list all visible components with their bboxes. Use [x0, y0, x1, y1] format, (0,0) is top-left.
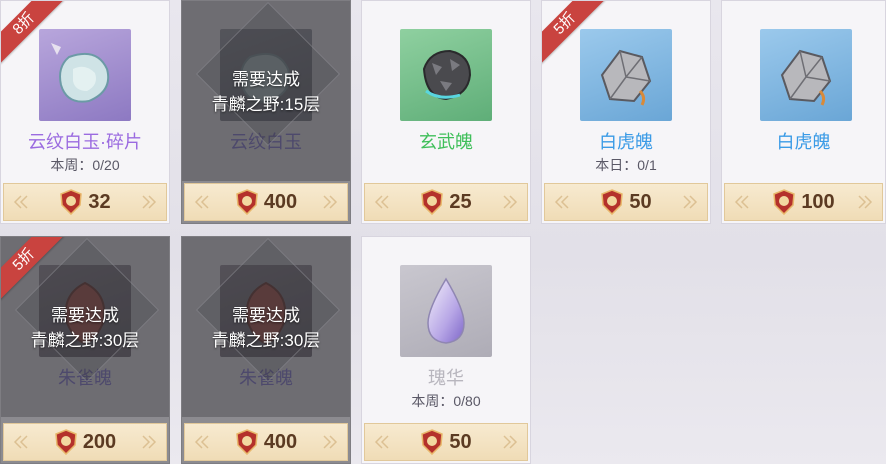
chevron-left-icon [13, 195, 28, 209]
chevron-left-icon [194, 435, 209, 449]
price-button[interactable]: 200 [3, 423, 167, 461]
fury-medal-icon [773, 189, 796, 215]
price-button[interactable]: 50 [544, 183, 708, 221]
chevron-left-icon [374, 195, 389, 209]
price-button[interactable]: 400 [184, 183, 348, 221]
chevron-right-icon [503, 435, 518, 449]
price-value: 25 [449, 190, 472, 213]
essence-drop-icon [400, 265, 492, 357]
baihu-soul-icon [580, 29, 672, 121]
price-value: 50 [449, 430, 472, 453]
shop-item-3[interactable]: 玄武魄 25 [361, 0, 531, 224]
shop-item-2[interactable]: 云纹白玉 需要达成 青麟之野:15层 400 [181, 0, 351, 224]
fury-medal-icon [60, 189, 83, 215]
shop-screen: { "currency_icon": "fury-medal-icon", "c… [0, 0, 886, 464]
unlock-requirement: 需要达成 青麟之野:15层 [182, 67, 350, 117]
shop-item-8[interactable]: 瑰华 本周：0/80 50 [361, 236, 531, 464]
unlock-requirement: 需要达成 青麟之野:30层 [1, 303, 169, 353]
item-name: 玄武魄 [419, 132, 473, 152]
item-name: 瑰华 [428, 368, 464, 388]
chevron-right-icon [142, 195, 157, 209]
fury-medal-icon [421, 429, 444, 455]
purchase-limit: 本周：0/80 [411, 393, 481, 409]
requirement-line2: 青麟之野:30层 [211, 331, 321, 350]
requirement-line1: 需要达成 [232, 306, 300, 325]
fury-medal-icon [601, 189, 624, 215]
purchase-limit: 本周：0/20 [50, 157, 120, 173]
shop-item-7[interactable]: 朱雀魄 需要达成 青麟之野:30层 400 [181, 236, 351, 464]
chevron-right-icon [323, 195, 338, 209]
item-name: 白虎魄 [599, 132, 653, 152]
shop-item-5[interactable]: 白虎魄 100 [721, 0, 886, 224]
price-button[interactable]: 400 [184, 423, 348, 461]
shop-item-1[interactable]: 云纹白玉·碎片 本周：0/20 32 8折 [0, 0, 170, 224]
chevron-right-icon [142, 435, 157, 449]
price-button[interactable]: 32 [3, 183, 167, 221]
requirement-line2: 青麟之野:30层 [30, 331, 140, 350]
price-button[interactable]: 25 [364, 183, 528, 221]
price-value: 400 [263, 190, 298, 213]
price-value: 50 [629, 190, 652, 213]
requirement-line1: 需要达成 [51, 306, 119, 325]
requirement-line1: 需要达成 [232, 70, 300, 89]
unlock-requirement: 需要达成 青麟之野:30层 [182, 303, 350, 353]
chevron-left-icon [194, 195, 209, 209]
chevron-left-icon [734, 195, 749, 209]
chevron-right-icon [683, 195, 698, 209]
fury-medal-icon [236, 429, 258, 455]
chevron-left-icon [554, 195, 569, 209]
chevron-right-icon [323, 435, 338, 449]
lock-overlay: 需要达成 青麟之野:15层 [182, 1, 350, 181]
item-name: 白虎魄 [776, 132, 831, 152]
price-button[interactable]: 50 [364, 423, 528, 461]
white-jade-shard-icon [39, 29, 131, 121]
purchase-limit: 本日：0/1 [595, 157, 657, 173]
price-value: 400 [263, 430, 298, 453]
requirement-line2: 青麟之野:15层 [211, 95, 321, 114]
chevron-left-icon [13, 435, 28, 449]
fury-medal-icon [421, 189, 444, 215]
lock-overlay: 需要达成 青麟之野:30层 [182, 237, 350, 417]
chevron-right-icon [858, 195, 873, 209]
shop-item-4[interactable]: 白虎魄 本日：0/1 50 5折 [541, 0, 711, 224]
price-value: 100 [801, 190, 835, 213]
xuanwu-soul-icon [400, 29, 492, 121]
chevron-left-icon [374, 435, 389, 449]
fury-medal-icon [55, 429, 77, 455]
price-button[interactable]: 100 [724, 183, 883, 221]
shop-item-6[interactable]: 朱雀魄 需要达成 青麟之野:30层 200 5折 [0, 236, 170, 464]
chevron-right-icon [503, 195, 518, 209]
price-value: 200 [82, 430, 117, 453]
price-value: 32 [88, 190, 111, 213]
item-name: 云纹白玉·碎片 [28, 132, 142, 152]
fury-medal-icon [236, 189, 258, 215]
baihu-soul-icon [760, 29, 852, 121]
